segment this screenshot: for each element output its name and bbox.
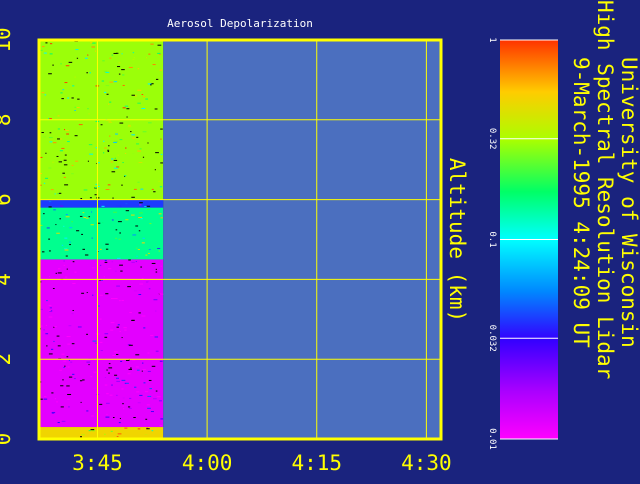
x-tick-label: 3:45 xyxy=(72,451,123,475)
colorbar-tick-label: 0.32 xyxy=(487,128,497,150)
depolarization-layer-0 xyxy=(39,427,164,439)
lidar-display: Aerosol Depolarization 0 2 4 6 8 10 3:45 4:00 4… xyxy=(0,0,640,480)
plot-area xyxy=(39,40,441,439)
y-tick-label: 0 xyxy=(0,433,15,446)
instrument-caption: University of Wisconsin High Spectral Re… xyxy=(569,0,640,379)
depolarization-chart: Aerosol Depolarization 0 2 4 6 8 10 3:45 4:00 4… xyxy=(0,0,640,475)
caption-line-3: 9-March-1995 4:24:09 UT xyxy=(569,57,593,348)
caption-line-2: High Spectral Resolution Lidar xyxy=(593,0,617,379)
y-tick-label: 10 xyxy=(0,27,15,52)
x-tick-label: 4:30 xyxy=(401,451,452,475)
colorbar-tick-label: 0.032 xyxy=(487,325,497,352)
caption-line-1: University of Wisconsin xyxy=(617,57,640,348)
y-tick-label: 2 xyxy=(0,353,15,366)
y-axis-ticks: 0 2 4 6 8 10 xyxy=(0,27,15,445)
colorbar-tick-label: 0.1 xyxy=(487,231,497,247)
x-tick-label: 4:15 xyxy=(291,451,342,475)
colorbar-tick-label: 1 xyxy=(487,37,497,42)
colorbar-tick-label: 0.01 xyxy=(487,428,497,450)
x-tick-label: 4:00 xyxy=(182,451,233,475)
no-data-region xyxy=(163,40,441,439)
x-axis-ticks: 3:45 4:00 4:15 4:30 xyxy=(72,451,451,475)
y-tick-label: 8 xyxy=(0,113,15,126)
y-tick-label: 6 xyxy=(0,193,15,206)
chart-title: Aerosol Depolarization xyxy=(167,17,313,30)
y-tick-label: 4 xyxy=(0,273,15,286)
y-axis-label: Altitude (km) xyxy=(445,158,469,322)
